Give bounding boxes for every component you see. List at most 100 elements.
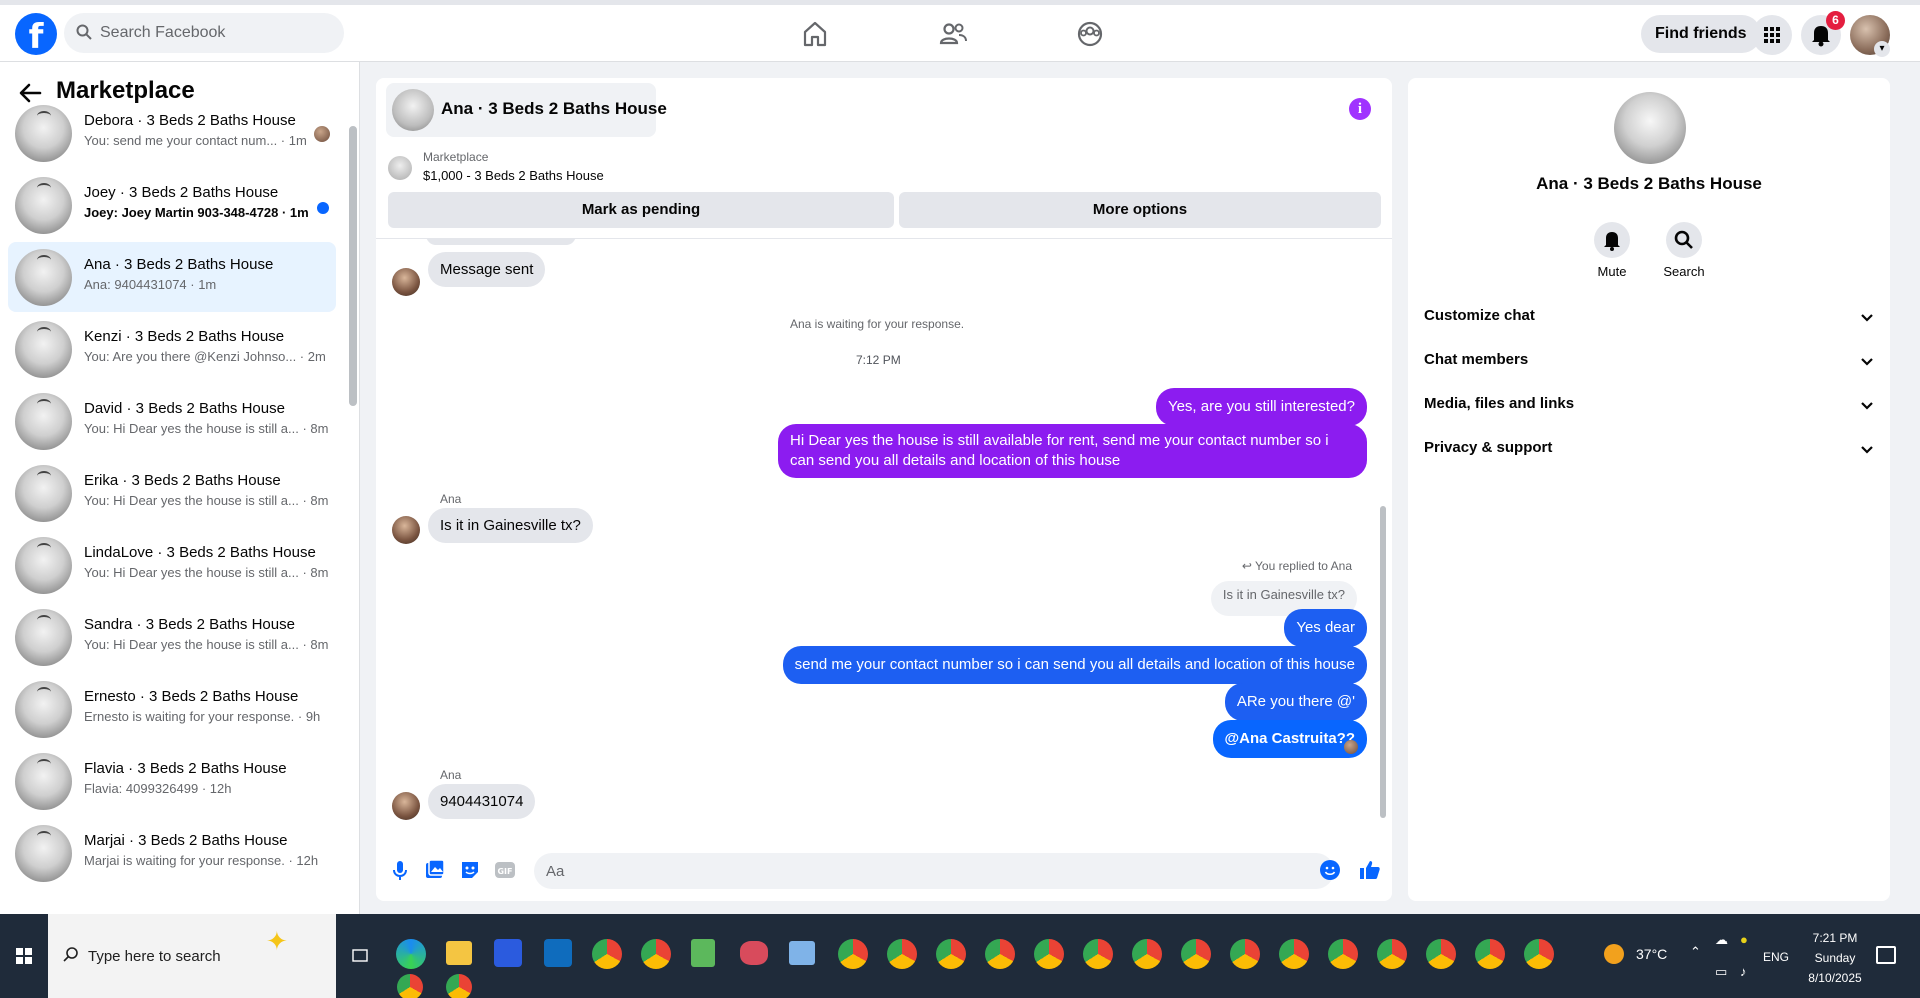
chevron-down-icon [1861,358,1873,366]
message-bubble-outgoing[interactable]: ARe you there @' [1224,683,1367,721]
search-facebook-box[interactable] [64,13,344,53]
message-bubble-outgoing[interactable]: Yes dear [1284,609,1367,647]
scrollbar-thumb[interactable] [1380,506,1386,818]
chat-header-button[interactable]: Ana · 3 Beds 2 Baths House [386,83,667,137]
search-input[interactable] [100,13,330,53]
microphone-icon[interactable] [388,858,412,882]
conversation-name: Sandra · 3 Beds 2 Baths House [84,616,295,633]
menu-button[interactable] [1752,15,1792,55]
task-view-icon[interactable] [350,946,370,966]
friends-icon[interactable] [938,19,968,49]
cloud-icon[interactable]: ☁ [1715,932,1728,948]
chrome-window-icon[interactable] [1475,939,1505,969]
message-bubble-incoming[interactable]: 9404431074 [428,784,536,819]
store-icon[interactable] [494,939,522,967]
chat-panel: Ana · 3 Beds 2 Baths House i Marketplace… [376,78,1392,901]
chrome-window-icon[interactable] [1230,939,1260,969]
chrome-window-icon[interactable] [887,939,917,969]
message-bubble-incoming[interactable]: Is it in Gainesville tx? [428,508,593,543]
chrome-window-icon[interactable] [1377,939,1407,969]
conversation-item[interactable]: David · 3 Beds 2 Baths House You: Hi Dea… [8,386,336,456]
app-icon[interactable] [789,941,815,965]
message-bubble-outgoing-mention[interactable]: @Ana Castruita?? [1212,720,1367,758]
message-bubble-outgoing[interactable]: Yes, are you still interested? [1155,388,1367,426]
customize-chat-row[interactable]: Customize chat [1424,307,1874,337]
chrome-window-icon[interactable] [985,939,1015,969]
chrome-window-icon[interactable] [936,939,966,969]
sidebar-scrollbar[interactable] [349,62,357,914]
home-icon[interactable] [800,19,830,49]
row-label: Privacy & support [1424,439,1553,456]
outlook-icon[interactable] [544,939,572,967]
conversation-item[interactable]: Joey · 3 Beds 2 Baths House Joey: Joey M… [8,170,336,240]
notes-icon[interactable] [691,939,715,967]
conversation-item[interactable]: LindaLove · 3 Beds 2 Baths House You: Hi… [8,530,336,600]
chrome-window-icon[interactable] [838,939,868,969]
conversation-item[interactable]: Sandra · 3 Beds 2 Baths House You: Hi De… [8,602,336,672]
chrome-window-icon[interactable] [1426,939,1456,969]
conversation-item[interactable]: Erika · 3 Beds 2 Baths House You: Hi Dea… [8,458,336,528]
language-indicator[interactable]: ENG [1763,950,1789,964]
mark-as-pending-button[interactable]: Mark as pending [388,192,894,228]
photo-icon[interactable] [423,858,447,882]
windows-start-icon[interactable] [0,914,48,998]
message-bubble-outgoing[interactable]: Hi Dear yes the house is still available… [778,424,1367,478]
chrome-window-icon[interactable] [1083,939,1113,969]
clock[interactable]: 7:21 PM Sunday 8/10/2025 [1790,928,1880,988]
weather-icon[interactable] [1604,944,1624,964]
volume-icon[interactable]: ♪ [1740,964,1747,979]
chevron-up-icon[interactable]: ⌃ [1690,944,1701,960]
info-icon[interactable]: i [1349,98,1371,120]
conversation-item[interactable]: Kenzi · 3 Beds 2 Baths House You: Are yo… [8,314,336,384]
more-options-button[interactable]: More options [899,192,1381,228]
conversation-item-active[interactable]: Ana · 3 Beds 2 Baths House Ana: 94044310… [8,242,336,312]
conversation-item[interactable]: Ernesto · 3 Beds 2 Baths House Ernesto i… [8,674,336,744]
facebook-logo-icon[interactable]: f [15,13,57,55]
chrome-window-icon[interactable] [1279,939,1309,969]
chat-members-row[interactable]: Chat members [1424,351,1874,381]
conversation-item[interactable]: Marjai · 3 Beds 2 Baths House Marjai is … [8,818,336,888]
chevron-down-icon[interactable]: ▾ [1874,41,1890,57]
status-icon[interactable]: ● [1740,932,1748,947]
network-icon[interactable]: ▭ [1715,964,1727,980]
contact-large-avatar[interactable] [1614,92,1686,164]
media-files-links-row[interactable]: Media, files and links [1424,395,1874,425]
conversation-preview: You: Hi Dear yes the house is still a...… [84,421,329,436]
chrome-window-icon[interactable] [1034,939,1064,969]
groups-icon[interactable] [1075,19,1105,49]
conversation-name: Joey · 3 Beds 2 Baths House [84,184,279,201]
notification-center-icon[interactable] [1876,946,1896,964]
chat-scrollbar[interactable] [1378,246,1388,836]
chrome-window-icon[interactable] [446,974,472,998]
chrome-icon[interactable] [592,939,622,969]
chrome-profile-icon[interactable] [641,939,671,969]
temperature-text[interactable]: 37°C [1636,946,1667,962]
sticker-icon[interactable] [458,858,482,882]
emoji-icon[interactable] [1318,858,1342,882]
search-chat-button[interactable]: Search [1649,222,1719,279]
chat-details-panel: Ana · 3 Beds 2 Baths House Mute Search C… [1408,78,1890,901]
clock-date: 8/10/2025 [1808,971,1862,985]
message-input[interactable] [534,853,1334,889]
message-bubble-outgoing[interactable]: send me your contact number so i can sen… [782,646,1367,684]
mute-button[interactable]: Mute [1577,222,1647,279]
find-friends-button[interactable]: Find friends [1641,15,1761,53]
conversation-preview: You: Hi Dear yes the house is still a...… [84,565,329,580]
conversation-name: Erika · 3 Beds 2 Baths House [84,472,281,489]
chrome-window-icon[interactable] [1328,939,1358,969]
scrollbar-thumb[interactable] [349,126,357,406]
app-icon[interactable] [740,941,768,965]
conversation-item[interactable]: Debora · 3 Beds 2 Baths House You: send … [8,98,336,168]
chrome-window-icon[interactable] [1132,939,1162,969]
file-explorer-icon[interactable] [446,941,472,965]
chrome-window-icon[interactable] [1181,939,1211,969]
message-bubble-incoming[interactable]: Message sent [428,252,546,287]
gif-icon[interactable]: GIF [493,858,517,882]
privacy-support-row[interactable]: Privacy & support [1424,439,1874,469]
conversation-item[interactable]: Flavia · 3 Beds 2 Baths House Flavia: 40… [8,746,336,816]
chrome-window-icon[interactable] [397,974,423,998]
chrome-window-icon-active[interactable] [1524,939,1554,969]
taskbar-search-box[interactable]: Type here to search ✦ [48,914,336,998]
thumbs-up-icon[interactable] [1358,858,1382,882]
edge-icon[interactable] [396,939,426,969]
